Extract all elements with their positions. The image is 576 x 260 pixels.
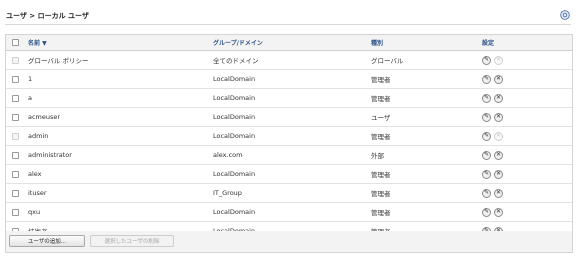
user-group: LocalDomain <box>213 208 256 216</box>
delete-x-icon[interactable]: ✕ <box>494 74 503 84</box>
row-checkbox[interactable] <box>11 94 19 102</box>
user-name: alex <box>28 170 42 178</box>
user-group: 全てのドメイン <box>213 57 259 65</box>
table-header: 名前 ▼ グループ/ドメイン 種別 設定 <box>6 35 572 51</box>
delete-x-icon[interactable]: ✕ <box>494 55 503 65</box>
users-table: 名前 ▼ グループ/ドメイン 種別 設定 グローバル ポリシー 全てのドメイン グロ… <box>5 34 573 241</box>
row-actions: ✎✕ <box>482 184 506 202</box>
user-type: ユーザ <box>371 114 391 122</box>
delete-x-icon[interactable]: ✕ <box>494 188 503 198</box>
row-checkbox-cell[interactable] <box>9 51 21 69</box>
delete-x-icon[interactable]: ✕ <box>494 131 503 141</box>
header-settings: 設定 <box>482 40 495 47</box>
table-row: qxu LocalDomain 管理者 ✎ ✕ <box>6 203 572 222</box>
table-row: alex LocalDomain 管理者 ✎ ✕ <box>6 165 572 184</box>
header-group[interactable]: グループ/ドメイン <box>213 35 263 50</box>
user-group: LocalDomain <box>213 75 256 83</box>
title-divider <box>5 24 571 25</box>
header-name[interactable]: 名前 ▼ <box>28 35 47 50</box>
row-actions: ✎✕ <box>482 70 506 88</box>
row-actions: ✎✕ <box>482 89 506 107</box>
pencil-icon[interactable]: ✎ <box>482 74 491 84</box>
user-name: qxu <box>28 208 41 216</box>
row-checkbox[interactable] <box>11 113 19 121</box>
row-actions: ✎✕ <box>482 51 506 69</box>
user-group: LocalDomain <box>213 113 256 121</box>
user-type: 外部 <box>371 152 384 160</box>
user-type: 管理者 <box>371 95 391 103</box>
user-group: IT_Group <box>213 189 242 197</box>
user-name: a <box>28 94 32 102</box>
row-checkbox[interactable] <box>11 208 19 216</box>
panel-title: ユーザ > ローカル ユーザ <box>6 12 89 20</box>
row-checkbox-cell[interactable] <box>9 89 21 107</box>
row-checkbox-cell[interactable] <box>9 108 21 126</box>
add-user-button[interactable]: ユーザの追加... <box>9 235 85 247</box>
user-group: LocalDomain <box>213 94 256 102</box>
delete-x-icon[interactable]: ✕ <box>494 150 503 160</box>
pencil-icon[interactable]: ✎ <box>482 55 491 65</box>
pencil-icon[interactable]: ✎ <box>482 131 491 141</box>
row-actions: ✎✕ <box>482 146 506 164</box>
delete-x-icon[interactable]: ✕ <box>494 93 503 103</box>
table-row: ituser IT_Group 管理者 ✎ ✕ <box>6 184 572 203</box>
row-checkbox[interactable] <box>11 151 19 159</box>
pencil-icon[interactable]: ✎ <box>482 150 491 160</box>
user-name: 1 <box>28 75 33 83</box>
user-type: 管理者 <box>371 209 391 217</box>
table-row: グローバル ポリシー 全てのドメイン グローバル ✎ ✕ <box>6 51 572 70</box>
row-checkbox[interactable] <box>11 56 19 64</box>
user-type: 管理者 <box>371 133 391 141</box>
select-all-checkbox[interactable] <box>11 39 19 46</box>
user-name: acmeuser <box>28 113 61 121</box>
row-actions: ✎✕ <box>482 165 506 183</box>
delete-x-icon[interactable]: ✕ <box>494 207 503 217</box>
table-row: administrator alex.com 外部 ✎ ✕ <box>6 146 572 165</box>
user-group: alex.com <box>213 151 243 159</box>
user-type: 管理者 <box>371 171 391 179</box>
user-name: グローバル ポリシー <box>28 57 89 65</box>
row-checkbox-cell[interactable] <box>9 184 21 202</box>
user-type: 管理者 <box>371 190 391 198</box>
row-checkbox-cell[interactable] <box>9 70 21 88</box>
header-type[interactable]: 種別 <box>371 35 383 50</box>
row-actions: ✎✕ <box>482 108 506 126</box>
delete-selected-users-button[interactable]: 選択したユーザの削除 <box>90 235 174 247</box>
pencil-icon[interactable]: ✎ <box>482 93 491 103</box>
pencil-icon[interactable]: ✎ <box>482 169 491 179</box>
row-checkbox-cell[interactable] <box>9 146 21 164</box>
select-all-cell[interactable] <box>9 35 21 50</box>
user-name: admin <box>28 132 49 140</box>
row-actions: ✎✕ <box>482 203 506 221</box>
user-type: 管理者 <box>371 76 391 84</box>
table-row: a LocalDomain 管理者 ✎ ✕ <box>6 89 572 108</box>
row-checkbox[interactable] <box>11 132 19 140</box>
help-icon[interactable] <box>560 10 570 20</box>
user-name: ituser <box>28 189 47 197</box>
user-group: LocalDomain <box>213 170 256 178</box>
table-row: acmeuser LocalDomain ユーザ ✎ ✕ <box>6 108 572 127</box>
pencil-icon[interactable]: ✎ <box>482 112 491 122</box>
delete-x-icon[interactable]: ✕ <box>494 112 503 122</box>
table-footer: ユーザの追加... 選択したユーザの削除 <box>5 231 573 253</box>
pencil-icon[interactable]: ✎ <box>482 207 491 217</box>
row-checkbox[interactable] <box>11 189 19 197</box>
delete-x-icon[interactable]: ✕ <box>494 169 503 179</box>
row-checkbox-cell[interactable] <box>9 165 21 183</box>
user-name: administrator <box>28 151 72 159</box>
user-type: グローバル <box>371 57 404 65</box>
row-actions: ✎✕ <box>482 127 506 145</box>
row-checkbox-cell[interactable] <box>9 203 21 221</box>
row-checkbox-cell[interactable] <box>9 127 21 145</box>
row-checkbox[interactable] <box>11 75 19 83</box>
table-row: admin LocalDomain 管理者 ✎ ✕ <box>6 127 572 146</box>
user-group: LocalDomain <box>213 132 256 140</box>
row-checkbox[interactable] <box>11 170 19 178</box>
table-row: 1 LocalDomain 管理者 ✎ ✕ <box>6 70 572 89</box>
pencil-icon[interactable]: ✎ <box>482 188 491 198</box>
